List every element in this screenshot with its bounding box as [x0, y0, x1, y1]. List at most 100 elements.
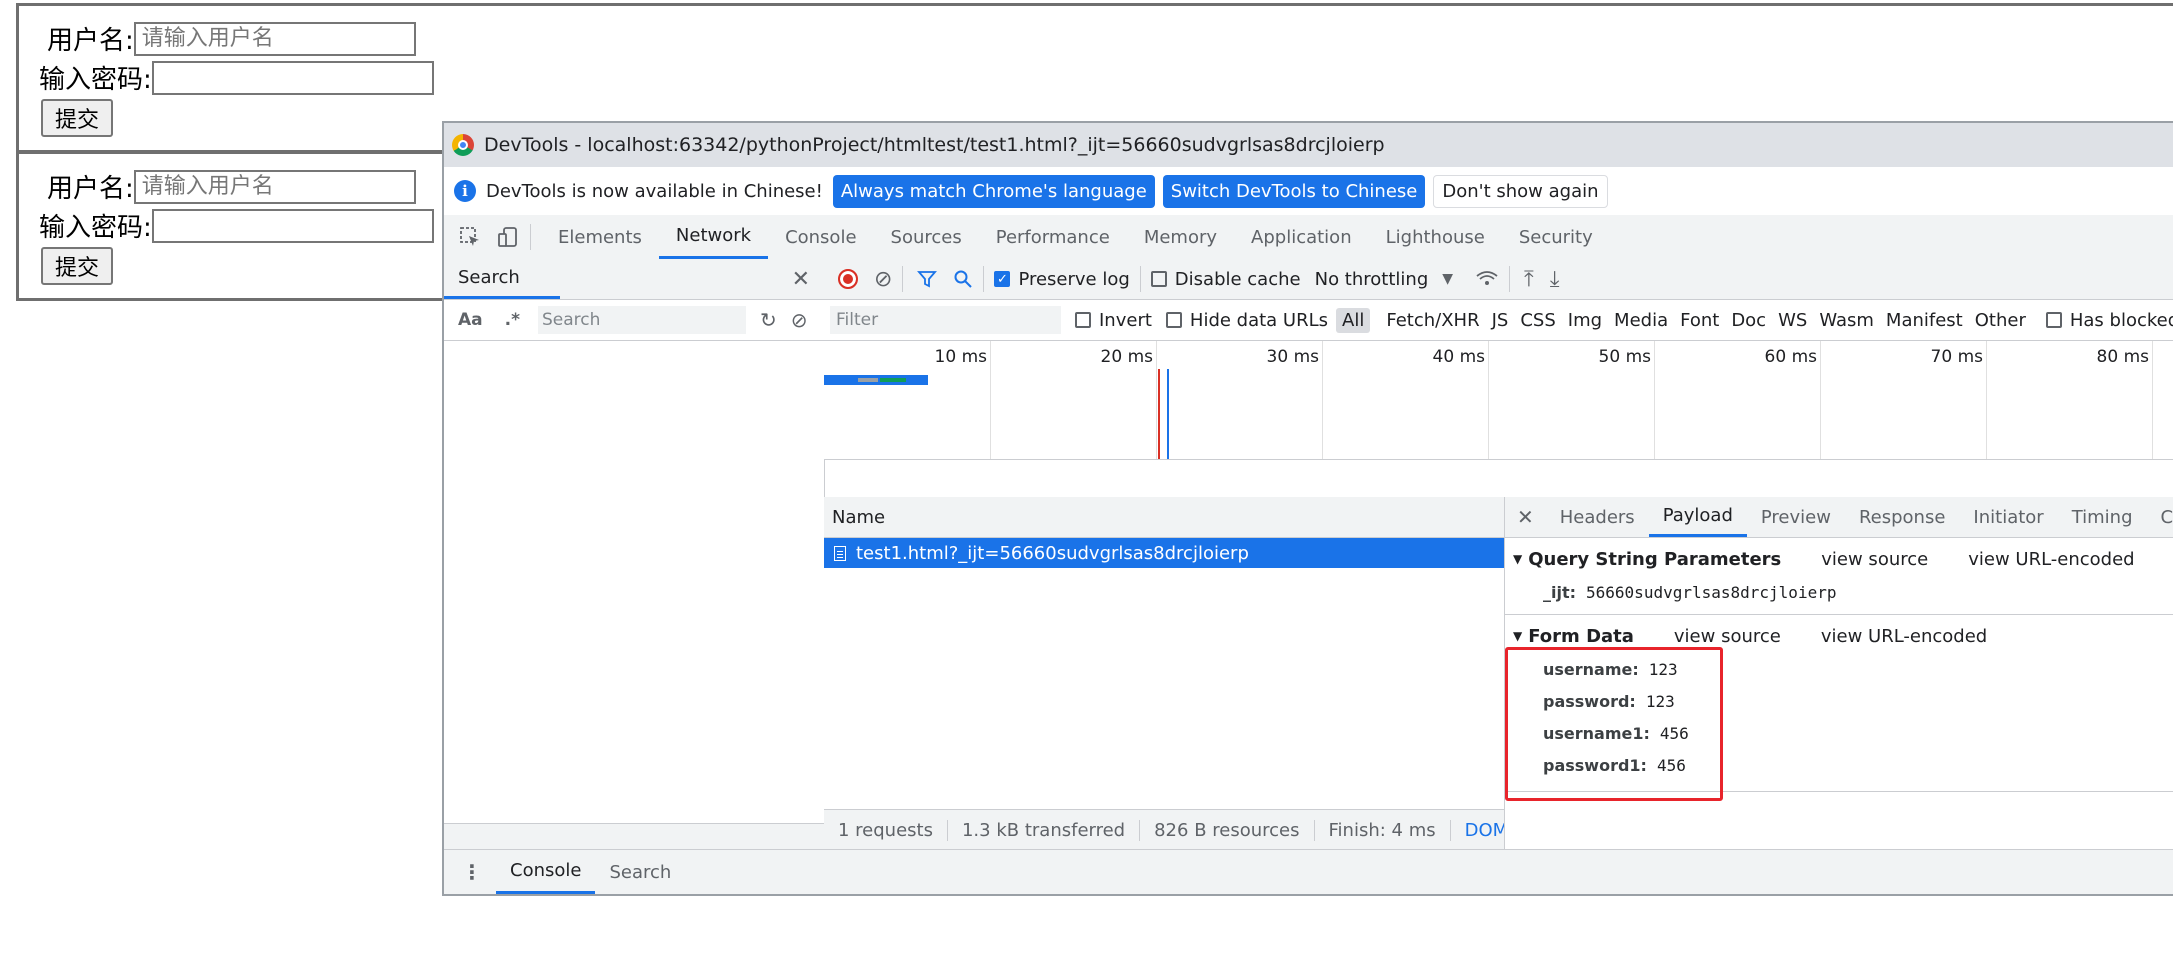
- filter-input[interactable]: [830, 306, 1061, 334]
- view-source-link[interactable]: view source: [1821, 549, 1928, 570]
- param-value: 56660sudvgrlsas8drcjloierp: [1586, 582, 1837, 602]
- record-icon[interactable]: [838, 269, 858, 289]
- filter-type-fetch-xhr[interactable]: Fetch/XHR: [1386, 310, 1479, 331]
- submit-button[interactable]: 提交: [41, 99, 114, 137]
- column-header-name[interactable]: Name: [824, 497, 1504, 538]
- device-toolbar-icon[interactable]: [496, 225, 520, 249]
- preserve-log-checkbox[interactable]: ✓ Preserve log: [994, 269, 1130, 290]
- throttling-select[interactable]: No throttling ▼: [1315, 269, 1453, 290]
- devtools-titlebar[interactable]: DevTools - localhost:63342/pythonProject…: [444, 123, 2173, 167]
- submit-button[interactable]: 提交: [41, 247, 114, 285]
- filter-type-css[interactable]: CSS: [1520, 310, 1555, 331]
- checkbox-icon: [1075, 312, 1091, 328]
- tick-label: 20 ms: [1100, 347, 1153, 367]
- filter-type-other[interactable]: Other: [1975, 310, 2026, 331]
- checkbox-icon: [1165, 312, 1182, 328]
- tab-application[interactable]: Application: [1234, 215, 1369, 259]
- regex-toggle[interactable]: .*: [505, 310, 520, 330]
- network-conditions-icon[interactable]: [1475, 269, 1499, 289]
- info-icon: i: [454, 180, 476, 202]
- hide-data-urls-label: Hide data URLs: [1189, 309, 1329, 331]
- chevron-down-icon: ▼: [1442, 271, 1454, 287]
- filter-type-doc[interactable]: Doc: [1731, 310, 1766, 331]
- filter-type-font[interactable]: Font: [1680, 310, 1719, 331]
- filter-type-wasm[interactable]: Wasm: [1819, 310, 1874, 331]
- query-string-section-header[interactable]: ▼ Query String Parameters view source vi…: [1505, 542, 2173, 576]
- drawer-tab-console[interactable]: Console: [496, 850, 596, 894]
- filter-type-img[interactable]: Img: [1568, 310, 1602, 331]
- hide-data-urls-checkbox[interactable]: Hide data URLs: [1165, 309, 1329, 331]
- status-domcontentloaded: DOMContentl: [1464, 819, 1504, 841]
- query-string-title: Query String Parameters: [1528, 548, 1782, 570]
- has-blocked-cookies-checkbox[interactable]: Has blocked co: [2045, 310, 2173, 331]
- network-filterbar: Invert Hide data URLs All Fetch/XHR JS C…: [824, 300, 2173, 341]
- tab-initiator[interactable]: Initiator: [1959, 497, 2057, 537]
- match-case-toggle[interactable]: Aa: [458, 310, 483, 330]
- tab-payload[interactable]: Payload: [1648, 497, 1747, 537]
- close-icon[interactable]: ✕: [1517, 505, 1534, 529]
- invert-label: Invert: [1099, 309, 1152, 331]
- tab-cookies[interactable]: Cookies: [2147, 497, 2173, 537]
- request-row[interactable]: test1.html?_ijt=56660sudvgrlsas8drcjloie…: [824, 538, 1504, 568]
- tab-sources[interactable]: Sources: [874, 215, 979, 259]
- tab-security[interactable]: Security: [1502, 215, 1610, 259]
- refresh-icon[interactable]: ↻: [760, 308, 777, 332]
- search-icon[interactable]: [953, 269, 973, 289]
- filter-type-ws[interactable]: WS: [1778, 310, 1807, 331]
- export-har-icon[interactable]: ⤓: [1550, 267, 1560, 292]
- toolbar-divider: [530, 224, 531, 250]
- password-input[interactable]: [151, 60, 434, 95]
- username-input[interactable]: [133, 21, 416, 56]
- search-input[interactable]: [538, 306, 746, 334]
- language-infobar: i DevTools is now available in Chinese! …: [444, 167, 2173, 216]
- tab-timing[interactable]: Timing: [2058, 497, 2147, 537]
- filter-type-js[interactable]: JS: [1492, 310, 1509, 331]
- param-key: _ijt:: [1543, 582, 1577, 602]
- tab-performance[interactable]: Performance: [979, 215, 1127, 259]
- always-match-language-button[interactable]: Always match Chrome's language: [832, 174, 1155, 208]
- tab-console[interactable]: Console: [768, 215, 873, 259]
- chrome-logo-icon: [452, 134, 474, 156]
- more-options-icon[interactable]: ⋮: [462, 860, 482, 884]
- document-icon: [834, 545, 846, 561]
- view-url-encoded-link[interactable]: view URL-encoded: [1821, 626, 1987, 647]
- tab-elements[interactable]: Elements: [541, 215, 659, 259]
- search-pane-tab[interactable]: Search: [444, 259, 560, 299]
- view-source-link[interactable]: view source: [1674, 626, 1781, 647]
- toolbar-divider: [1139, 266, 1141, 292]
- disable-cache-checkbox[interactable]: Disable cache: [1150, 268, 1301, 290]
- tab-memory[interactable]: Memory: [1127, 215, 1234, 259]
- timeline-overview[interactable]: 10 ms 20 ms 30 ms 40 ms 50 ms 60 ms 70 m…: [824, 341, 2173, 460]
- inspect-element-icon[interactable]: [458, 225, 482, 249]
- filter-type-all[interactable]: All: [1336, 307, 1371, 333]
- timeline-tick: 50 ms: [1599, 341, 1655, 459]
- dont-show-again-button[interactable]: Don't show again: [1433, 174, 1608, 208]
- filter-type-media[interactable]: Media: [1614, 310, 1668, 331]
- tab-lighthouse[interactable]: Lighthouse: [1369, 215, 1502, 259]
- tab-preview[interactable]: Preview: [1747, 497, 1845, 537]
- network-status-bar: 1 requests 1.3 kB transferred 826 B reso…: [824, 809, 1504, 850]
- checkbox-icon: [2045, 312, 2062, 328]
- filter-type-manifest[interactable]: Manifest: [1886, 310, 1963, 331]
- drawer-tab-search[interactable]: Search: [595, 850, 685, 894]
- switch-to-chinese-button[interactable]: Switch DevTools to Chinese: [1162, 174, 1426, 208]
- close-icon[interactable]: ✕: [792, 267, 810, 292]
- section-divider: [1505, 614, 2173, 615]
- window-title: DevTools - localhost:63342/pythonProject…: [484, 134, 1385, 156]
- tick-label: 30 ms: [1266, 347, 1319, 367]
- timeline-download-segment: [880, 378, 906, 382]
- password-input[interactable]: [151, 208, 434, 243]
- disable-cache-label: Disable cache: [1174, 268, 1301, 290]
- clear-log-icon[interactable]: ⊘: [874, 267, 892, 292]
- tab-response[interactable]: Response: [1845, 497, 1959, 537]
- clear-icon[interactable]: ⊘: [791, 308, 808, 332]
- username-input[interactable]: [133, 169, 416, 204]
- search-bar: Aa .* ↻ ⊘: [444, 300, 824, 341]
- import-har-icon[interactable]: ⤒: [1524, 267, 1534, 292]
- tab-network[interactable]: Network: [658, 215, 769, 259]
- tab-headers[interactable]: Headers: [1546, 497, 1649, 537]
- view-url-encoded-link[interactable]: view URL-encoded: [1968, 549, 2134, 570]
- filter-icon[interactable]: [917, 269, 938, 289]
- invert-checkbox[interactable]: Invert: [1075, 310, 1152, 331]
- timeline-tick: 40 ms: [1433, 341, 1489, 459]
